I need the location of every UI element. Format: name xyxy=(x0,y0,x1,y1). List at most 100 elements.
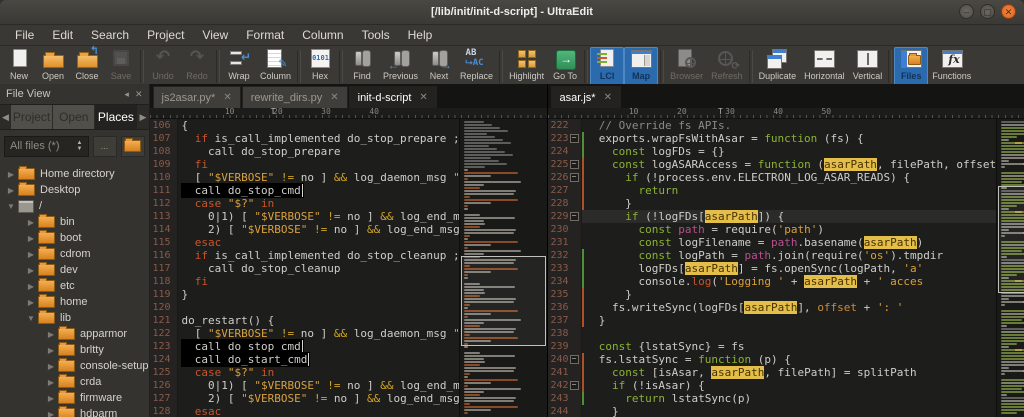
expand-arrow-icon[interactable]: ▶ xyxy=(26,298,36,307)
open-button[interactable]: Open xyxy=(36,47,70,86)
menu-tools[interactable]: Tools xyxy=(353,26,399,44)
editor-tab-init-d-script[interactable]: init-d-script✕ xyxy=(349,86,437,108)
tree-item-crda[interactable]: ▶crda xyxy=(0,374,149,390)
panel-collapse-icon[interactable]: ◂ xyxy=(124,89,129,100)
expand-arrow-icon[interactable]: ▶ xyxy=(26,266,36,275)
menu-file[interactable]: File xyxy=(6,26,43,44)
tree-item-brltty[interactable]: ▶brltty xyxy=(0,342,149,358)
new-button[interactable]: New xyxy=(2,47,36,86)
collapse-arrow-icon[interactable]: ▼ xyxy=(26,314,36,323)
close-button[interactable]: ↰Close xyxy=(70,47,104,86)
tree-item-boot[interactable]: ▶boot xyxy=(0,230,149,246)
functions-button[interactable]: fxFunctions xyxy=(928,47,975,86)
tree-item--[interactable]: ▼/ xyxy=(0,198,149,214)
expand-arrow-icon[interactable]: ▶ xyxy=(26,234,36,243)
maximize-button[interactable]: ▢ xyxy=(980,4,995,19)
tree-item-desktop[interactable]: ▶Desktop xyxy=(0,182,149,198)
expand-arrow-icon[interactable]: ▶ xyxy=(46,394,56,403)
expand-arrow-icon[interactable]: ▶ xyxy=(46,362,56,371)
wrap-button[interactable]: ↵Wrap xyxy=(222,47,256,86)
tabs-scroll-left-icon[interactable]: ◀ xyxy=(0,105,11,129)
editor-tab-asar-js-[interactable]: asar.js*✕ xyxy=(551,86,621,108)
fold-collapse-icon[interactable]: − xyxy=(570,212,579,221)
tree-item-apparmor[interactable]: ▶apparmor xyxy=(0,326,149,342)
fold-collapse-icon[interactable]: − xyxy=(570,134,579,143)
previous-button[interactable]: ←Previous xyxy=(379,47,422,86)
minimize-button[interactable]: – xyxy=(959,4,974,19)
vertical-button[interactable]: Vertical xyxy=(849,47,887,86)
go-to-button[interactable]: →Go To xyxy=(548,47,582,86)
minimap-viewport[interactable] xyxy=(461,256,546,346)
expand-arrow-icon[interactable]: ▶ xyxy=(26,218,36,227)
expand-arrow-icon[interactable]: ▶ xyxy=(46,378,56,387)
combobox-spinner-icon[interactable]: ▲▼ xyxy=(77,140,83,152)
close-button[interactable]: ✕ xyxy=(1001,4,1016,19)
horizontal-button[interactable]: Horizontal xyxy=(800,47,849,86)
minimap-viewport[interactable] xyxy=(998,186,1024,293)
sidebar-tab-project[interactable]: Project xyxy=(11,105,53,129)
tree-item-lib[interactable]: ▼lib xyxy=(0,310,149,326)
files-button[interactable]: Files xyxy=(894,47,928,86)
tree-item-home-directory[interactable]: ▶Home directory xyxy=(0,166,149,182)
duplicate-button[interactable]: Duplicate xyxy=(755,47,801,86)
close-tab-icon[interactable]: ✕ xyxy=(330,92,338,103)
menu-project[interactable]: Project xyxy=(138,26,193,44)
column-button[interactable]: ✎Column xyxy=(256,47,295,86)
menu-edit[interactable]: Edit xyxy=(43,26,82,44)
tree-item-bin[interactable]: ▶bin xyxy=(0,214,149,230)
close-tab-icon[interactable]: ✕ xyxy=(419,92,427,103)
hex-button[interactable]: 0101Hex xyxy=(303,47,337,86)
map-button[interactable]: Map xyxy=(624,47,658,86)
minimap[interactable] xyxy=(459,119,547,417)
expand-arrow-icon[interactable]: ▶ xyxy=(46,346,56,355)
expand-arrow-icon[interactable]: ▶ xyxy=(26,250,36,259)
replace-button[interactable]: AB⮡ACReplace xyxy=(456,47,497,86)
expand-arrow-icon[interactable]: ▶ xyxy=(26,282,36,291)
menu-search[interactable]: Search xyxy=(82,26,138,44)
fold-collapse-icon[interactable]: − xyxy=(570,173,579,182)
code-line: call do_stop_cmd xyxy=(178,184,459,197)
sidebar-tab-places[interactable]: Places xyxy=(95,105,137,129)
panel-close-icon[interactable]: ✕ xyxy=(135,89,143,100)
minimap[interactable] xyxy=(996,119,1024,417)
browse-more-button[interactable]: ... xyxy=(93,136,117,157)
tree-item-dev[interactable]: ▶dev xyxy=(0,262,149,278)
tree-item-firmware[interactable]: ▶firmware xyxy=(0,390,149,406)
next-button[interactable]: →Next xyxy=(422,47,456,86)
tree-item-home[interactable]: ▶home xyxy=(0,294,149,310)
file-filter-combobox[interactable]: All files (*) ▲▼ xyxy=(4,136,89,157)
menu-column[interactable]: Column xyxy=(293,26,352,44)
tree-item-console-setup[interactable]: ▶console-setup xyxy=(0,358,149,374)
expand-arrow-icon[interactable]: ▶ xyxy=(46,330,56,339)
tree-item-etc[interactable]: ▶etc xyxy=(0,278,149,294)
menu-view[interactable]: View xyxy=(193,26,237,44)
editor-tab-rewrite-dirs-py[interactable]: rewrite_dirs.py✕ xyxy=(242,86,348,108)
fold-collapse-icon[interactable]: − xyxy=(570,381,579,390)
toolbar-button-label: Replace xyxy=(460,71,493,81)
folder-icon xyxy=(58,344,75,356)
fold-collapse-icon[interactable]: − xyxy=(570,160,579,169)
open-folder-button[interactable] xyxy=(121,136,145,157)
collapse-arrow-icon[interactable]: ▼ xyxy=(6,202,16,211)
tree-item-hdparm[interactable]: ▶hdparm xyxy=(0,406,149,417)
fold-collapse-icon[interactable]: − xyxy=(570,355,579,364)
code-area[interactable]: // Override fs APIs. exports.wrapFsWithA… xyxy=(582,119,997,417)
expand-arrow-icon[interactable]: ▶ xyxy=(6,170,16,179)
line-number-value: 225 xyxy=(551,158,570,171)
sidebar-tab-open[interactable]: Open xyxy=(53,105,95,129)
expand-arrow-icon[interactable]: ▶ xyxy=(6,186,16,195)
code-area[interactable]: { if is_call_implemented do_stop_prepare… xyxy=(178,119,459,417)
close-tab-icon[interactable]: ✕ xyxy=(604,92,612,103)
close-tab-icon[interactable]: ✕ xyxy=(223,92,231,103)
tree-item-cdrom[interactable]: ▶cdrom xyxy=(0,246,149,262)
expand-arrow-icon[interactable]: ▶ xyxy=(46,410,56,417)
menu-format[interactable]: Format xyxy=(237,26,293,44)
title-bar[interactable]: [/lib/init/init-d-script] - UltraEdit –▢… xyxy=(0,0,1024,25)
editor-tab-js2asar-py-[interactable]: js2asar.py*✕ xyxy=(153,86,241,108)
code-line: } xyxy=(178,288,459,301)
tabs-scroll-right-icon[interactable]: ▶ xyxy=(138,105,149,129)
lci-button[interactable]: LCI xyxy=(590,47,624,86)
find-button[interactable]: Find xyxy=(345,47,379,86)
highlight-button[interactable]: Highlight xyxy=(505,47,548,86)
menu-help[interactable]: Help xyxy=(399,26,442,44)
